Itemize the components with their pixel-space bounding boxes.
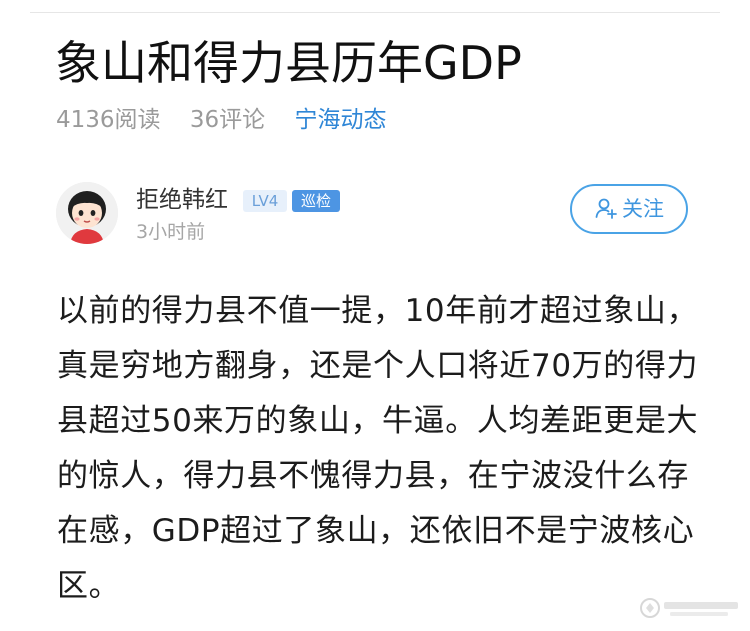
author-name[interactable]: 拒绝韩红 <box>136 184 228 216</box>
follow-label: 关注 <box>622 197 664 221</box>
add-user-icon <box>595 198 617 219</box>
article-meta: 4136阅读 36评论 宁海动态 <box>56 104 408 136</box>
cartoon-girl-avatar-icon <box>56 182 118 244</box>
follow-button[interactable]: 关注 <box>570 184 688 234</box>
site-watermark-logo-icon <box>638 594 742 622</box>
top-divider <box>30 12 720 13</box>
article-title: 象山和得力县历年GDP <box>55 36 522 90</box>
source-link[interactable]: 宁海动态 <box>294 107 386 133</box>
post-time: 3小时前 <box>136 221 206 243</box>
level-badge: LV4 <box>243 190 287 212</box>
read-count: 4136阅读 <box>56 107 161 133</box>
role-badge: 巡检 <box>292 190 340 212</box>
comment-count[interactable]: 36评论 <box>190 107 265 133</box>
avatar[interactable] <box>56 182 118 244</box>
author-row: 拒绝韩红 LV4 巡检 3小时前 关注 <box>56 182 696 248</box>
article-body: 以前的得力县不值一提，10年前才超过象山，真是穷地方翻身，还是个人口将近70万的… <box>57 293 699 604</box>
